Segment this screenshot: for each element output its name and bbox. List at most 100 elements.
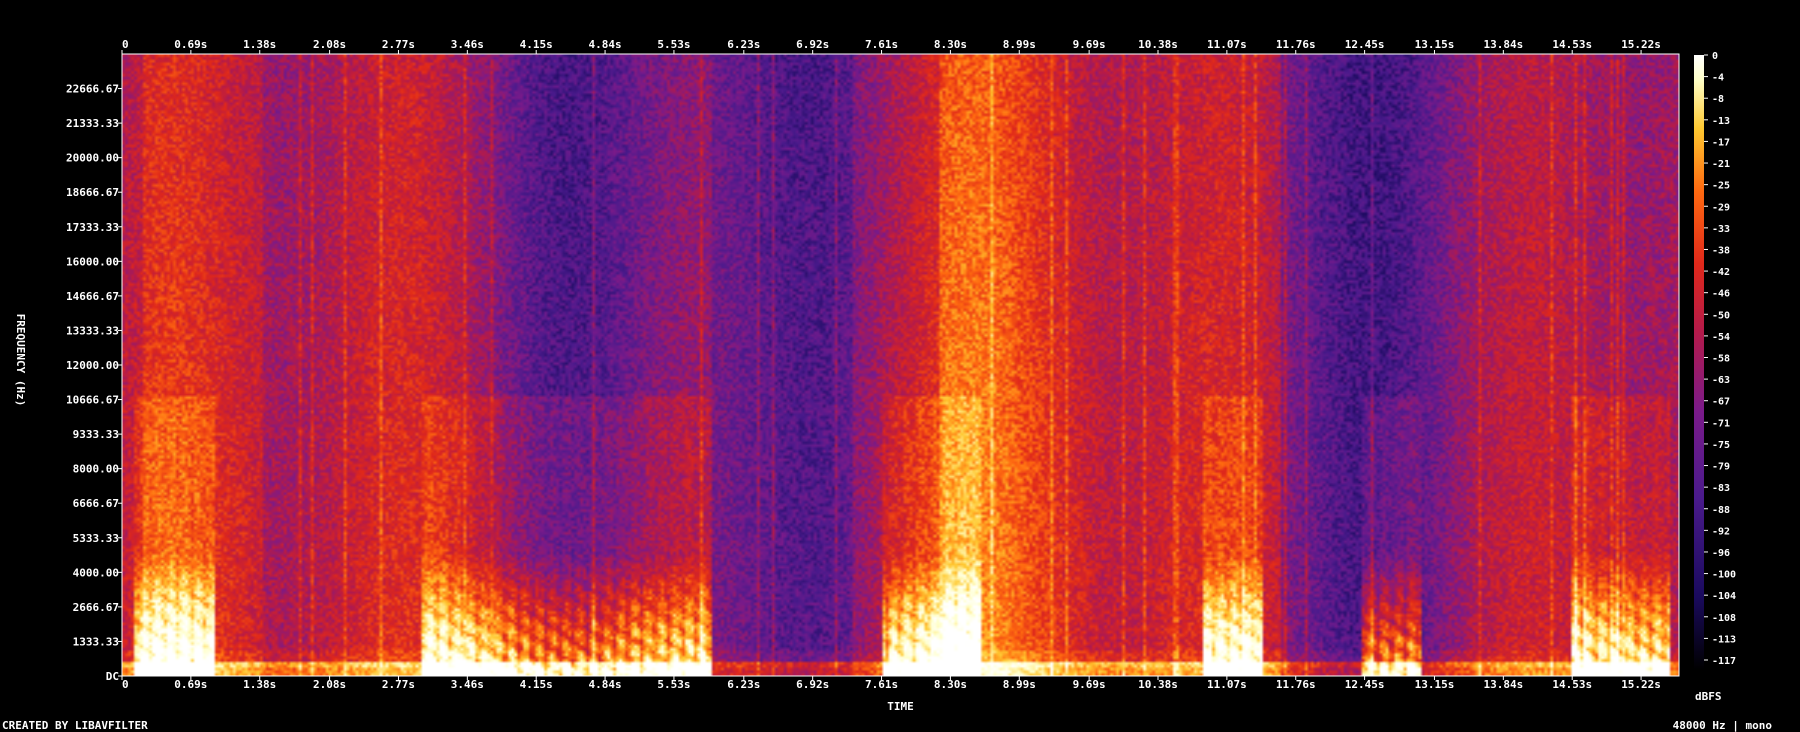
y-tick-label: 22666.67 xyxy=(66,83,119,96)
x-tick-label-bottom: 8.30s xyxy=(934,678,967,691)
colorbar-tick-label: -4 xyxy=(1712,73,1724,84)
x-tick-label-bottom: 10.38s xyxy=(1138,678,1178,691)
x-axis-bottom: 0 0.69s 1.38s 2.08s 2.77s 3.46s 4.15s 4.84s 5.53… xyxy=(121,676,1661,691)
x-tick-label-top: 14.53s xyxy=(1552,38,1592,51)
x-tick-label-bottom: 4.15s xyxy=(520,678,553,691)
x-tick-label-bottom: 7.61s xyxy=(865,678,898,691)
colorbar-tick-label: -75 xyxy=(1712,440,1730,451)
colorbar-tick-label: -113 xyxy=(1712,634,1736,645)
colorbar-tick-label: -58 xyxy=(1712,354,1730,365)
x-tick-label-top: 13.15s xyxy=(1415,38,1455,51)
x-tick-label-top: 7.61s xyxy=(865,38,898,51)
y-tick-label: 6666.67 xyxy=(73,497,119,510)
colorbar-tick-label: 0 xyxy=(1712,51,1718,62)
x-tick-label-top: 1.38s xyxy=(243,38,276,51)
x-tick-label-bottom: 13.15s xyxy=(1415,678,1455,691)
x-tick-label-top: 6.23s xyxy=(727,38,760,51)
footer-credit: CREATED BY LIBAVFILTER xyxy=(2,719,148,732)
x-tick-label-bottom: 13.84s xyxy=(1483,678,1523,691)
y-tick-label: 20000.00 xyxy=(66,152,119,165)
x-tick-label-bottom: 4.84s xyxy=(589,678,622,691)
x-tick-label-top: 10.38s xyxy=(1138,38,1178,51)
x-tick-label-bottom: 6.92s xyxy=(796,678,829,691)
colorbar-tick-label: -108 xyxy=(1712,613,1736,624)
x-axis-top: 0 0.69s 1.38s 2.08s 2.77s 3.46s 4.15s 4.84s 5.53… xyxy=(121,38,1661,54)
x-tick-label-top: 11.76s xyxy=(1276,38,1316,51)
x-tick-label-top: 8.99s xyxy=(1003,38,1036,51)
x-tick-label-bottom: 12.45s xyxy=(1345,678,1385,691)
x-tick-label-top: 15.22s xyxy=(1621,38,1661,51)
y-tick-label: 2666.67 xyxy=(73,601,119,614)
x-tick-label-bottom: 14.53s xyxy=(1552,678,1592,691)
colorbar-tick-label: -29 xyxy=(1712,202,1730,213)
colorbar-tick-label: -21 xyxy=(1712,159,1730,170)
x-tick-label-top: 8.30s xyxy=(934,38,967,51)
y-axis: 22666.67 21333.33 20000.00 18666.67 17333.33… xyxy=(66,83,122,683)
footer-audio-format: 48000 Hz | mono xyxy=(1673,719,1773,732)
y-tick-label: 21333.33 xyxy=(66,117,119,130)
colorbar-tick-label: -100 xyxy=(1712,570,1736,581)
x-tick-label-bottom: 6.23s xyxy=(727,678,760,691)
x-tick-label-top: 2.08s xyxy=(313,38,346,51)
y-tick-label: 8000.00 xyxy=(73,463,119,476)
x-tick-label-top: 5.53s xyxy=(657,38,690,51)
x-tick-label-top: 11.07s xyxy=(1207,38,1247,51)
colorbar-tick-label: -71 xyxy=(1712,418,1730,429)
x-tick-label-top: 3.46s xyxy=(451,38,484,51)
colorbar-tick-label: -54 xyxy=(1712,332,1730,343)
y-tick-label: 9333.33 xyxy=(73,428,119,441)
colorbar-tick-label: -38 xyxy=(1712,245,1730,256)
x-axis-label: TIME xyxy=(887,700,914,713)
colorbar-tick-label: -33 xyxy=(1712,224,1730,235)
x-tick-label-bottom: 2.77s xyxy=(382,678,415,691)
x-tick-label-top: 9.69s xyxy=(1073,38,1106,51)
colorbar-tick-label: -79 xyxy=(1712,462,1730,473)
y-tick-label: 10666.67 xyxy=(66,394,119,407)
colorbar-tick-label: -67 xyxy=(1712,397,1730,408)
spectrogram-image xyxy=(122,54,1679,676)
y-tick-label: 17333.33 xyxy=(66,221,119,234)
x-tick-label-top: 4.84s xyxy=(589,38,622,51)
x-tick-label-top: 6.92s xyxy=(796,38,829,51)
colorbar-tick-label: -63 xyxy=(1712,375,1730,386)
x-tick-label-bottom: 8.99s xyxy=(1003,678,1036,691)
x-tick-label-bottom: 9.69s xyxy=(1073,678,1106,691)
colorbar-tick-label: -17 xyxy=(1712,137,1730,148)
spectrogram-chart: 0 0.69s 1.38s 2.08s 2.77s 3.46s 4.15s 4.84s 5.53… xyxy=(2,38,1773,732)
x-tick-label-top: 2.77s xyxy=(382,38,415,51)
x-tick-label-bottom: 11.07s xyxy=(1207,678,1247,691)
colorbar-tick-label: -50 xyxy=(1712,310,1730,321)
y-tick-label: 14666.67 xyxy=(66,290,119,303)
x-tick-label-top: 13.84s xyxy=(1483,38,1523,51)
x-tick-label-top: 0.69s xyxy=(174,38,207,51)
colorbar-tick-label: -46 xyxy=(1712,289,1730,300)
x-tick-label-bottom: 0.69s xyxy=(174,678,207,691)
y-tick-label: 4000.00 xyxy=(73,566,119,579)
x-tick-label-top: 0 xyxy=(122,38,129,51)
y-tick-label: 18666.67 xyxy=(66,186,119,199)
x-tick-label-bottom: 5.53s xyxy=(657,678,690,691)
colorbar-tick-label: -88 xyxy=(1712,505,1730,516)
y-tick-label: 12000.00 xyxy=(66,359,119,372)
colorbar-tick-label: -42 xyxy=(1712,267,1730,278)
y-tick-label: DC xyxy=(106,670,119,683)
y-tick-label: 13333.33 xyxy=(66,324,119,337)
colorbar-tick-label: -96 xyxy=(1712,548,1730,559)
colorbar-tick-label: -13 xyxy=(1712,116,1730,127)
x-tick-label-bottom: 15.22s xyxy=(1621,678,1661,691)
x-tick-label-top: 4.15s xyxy=(520,38,553,51)
colorbar-tick-label: -104 xyxy=(1712,591,1736,602)
colorbar-tick-label: -25 xyxy=(1712,181,1730,192)
y-tick-label: 16000.00 xyxy=(66,255,119,268)
colorbar-tick-label: -8 xyxy=(1712,94,1724,105)
y-tick-label: 1333.33 xyxy=(73,635,119,648)
y-tick-label: 5333.33 xyxy=(73,532,119,545)
colorbar-tick-label: -83 xyxy=(1712,483,1730,494)
x-tick-label-bottom: 1.38s xyxy=(243,678,276,691)
x-tick-label-bottom: 2.08s xyxy=(313,678,346,691)
x-tick-label-top: 12.45s xyxy=(1345,38,1385,51)
spectrogram-plot xyxy=(121,53,1680,677)
colorbar-label: dBFS xyxy=(1695,690,1722,703)
y-axis-label: FREQUENCY (Hz) xyxy=(14,314,27,407)
colorbar-tick-label: -117 xyxy=(1712,656,1736,667)
